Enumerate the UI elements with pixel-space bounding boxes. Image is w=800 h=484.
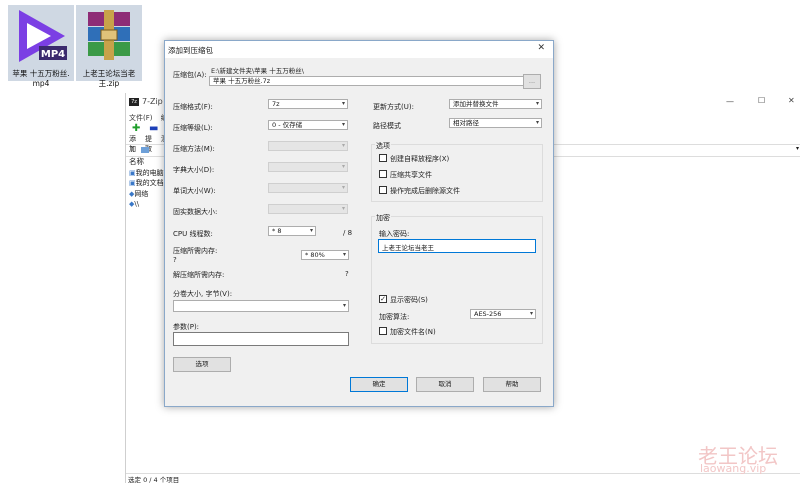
method-combo[interactable]: ▾: [268, 141, 348, 151]
pathmode-label: 路径模式: [373, 122, 401, 130]
word-combo[interactable]: ▾: [268, 183, 348, 193]
cpu-max: / 8: [343, 229, 353, 237]
svg-text:MP4: MP4: [41, 49, 65, 60]
documents-icon: ▣: [129, 179, 136, 187]
dropdown-arrow-icon: ▾: [341, 163, 345, 170]
archive-name-combo[interactable]: 苹果 十五万粉丝.7z▾: [209, 76, 541, 86]
solid-label: 固实数据大小:: [173, 208, 218, 216]
enc-method-combo[interactable]: AES-256 ▾: [470, 309, 536, 319]
list-item[interactable]: ◆\\: [129, 199, 164, 210]
cpu-label: CPU 线程数:: [173, 230, 213, 238]
encrypt-names-checkbox[interactable]: [379, 327, 387, 335]
close-button[interactable]: ✕: [788, 96, 795, 105]
computer-icon: ▣: [129, 168, 136, 177]
dialog-title: 添加到压缩包: [168, 46, 213, 55]
show-password-checkbox[interactable]: ✓: [379, 295, 387, 303]
show-password-label[interactable]: 显示密码(S): [390, 295, 428, 305]
format-combo[interactable]: 7z ▾: [268, 99, 348, 109]
encrypt-names-label[interactable]: 加密文件名(N): [390, 327, 436, 337]
options-group-title: 选项: [375, 141, 391, 151]
app-icon: 7z: [129, 98, 139, 106]
decomp-label: 解压缩所需内存:: [173, 271, 225, 279]
format-label: 压缩格式(F):: [173, 103, 213, 111]
address-dropdown-icon[interactable]: ▾: [796, 145, 799, 152]
pathmode-combo[interactable]: 相对路径 ▾: [449, 118, 542, 128]
status-bar: 选定 0 / 4 个项目: [126, 473, 800, 484]
ok-button[interactable]: 确定: [350, 377, 408, 392]
archive-path: E:\新建文件夹\苹果 十五万粉丝\: [211, 67, 304, 75]
dropdown-arrow-icon: ▾: [535, 100, 539, 107]
enc-method-label: 加密算法:: [379, 313, 410, 321]
mem-question: ?: [173, 256, 177, 264]
desktop-icon-zip[interactable]: 上老王论坛当老 王.zip: [76, 5, 142, 88]
browse-button[interactable]: ...: [523, 74, 541, 89]
dropdown-arrow-icon: ▾: [341, 184, 345, 191]
password-input[interactable]: 上老王论坛当老王: [378, 239, 536, 253]
dict-combo[interactable]: ▾: [268, 162, 348, 172]
file-list: 名称 ▣我的电脑 ▣我的文档 ◆网络 ◆\\: [129, 157, 164, 210]
mem-label: 压缩所需内存:: [173, 247, 218, 255]
dropdown-arrow-icon: ▾: [535, 119, 539, 126]
extract-icon[interactable]: ▬: [149, 123, 158, 134]
level-label: 压缩等级(L):: [173, 124, 213, 132]
list-item[interactable]: ◆网络: [129, 189, 164, 200]
solid-combo[interactable]: ▾: [268, 204, 348, 214]
update-combo[interactable]: 添加并替换文件 ▾: [449, 99, 542, 109]
list-item[interactable]: ▣我的电脑: [129, 168, 164, 179]
archive-label: 压缩包(A):: [173, 71, 207, 79]
dropdown-arrow-icon: ▾: [341, 205, 345, 212]
mem-combo[interactable]: * 80% ▾: [301, 250, 349, 260]
cpu-combo[interactable]: * 8 ▾: [268, 226, 316, 236]
delete-checkbox[interactable]: [379, 186, 387, 194]
dropdown-arrow-icon: ▾: [341, 100, 345, 107]
list-item[interactable]: ▣我的文档: [129, 178, 164, 189]
list-header-name[interactable]: 名称: [129, 157, 164, 168]
method-label: 压缩方法(M):: [173, 145, 215, 153]
computer-icon: [141, 147, 149, 153]
minimize-button[interactable]: —: [726, 97, 734, 106]
update-label: 更新方式(U):: [373, 103, 414, 111]
sfx-checkbox[interactable]: [379, 154, 387, 162]
desktop-icon-label: 上老王论坛当老 王.zip: [82, 69, 136, 88]
dropdown-arrow-icon: ▾: [309, 227, 313, 234]
decomp-value: ?: [345, 270, 349, 278]
encryption-group-title: 加密: [375, 213, 391, 223]
dialog-close-button[interactable]: ✕: [537, 43, 545, 53]
up-folder-icon[interactable]: ⇑: [129, 145, 135, 153]
sfx-label[interactable]: 创建自释放程序(X): [390, 154, 449, 164]
split-label: 分卷大小, 字节(V):: [173, 290, 233, 298]
dropdown-arrow-icon: ▾: [529, 310, 533, 317]
dialog-titlebar: 添加到压缩包 ✕: [165, 41, 553, 58]
winrar-archive-icon: [88, 10, 130, 60]
level-combo[interactable]: 0 - 仅存储 ▾: [268, 120, 348, 130]
shared-checkbox[interactable]: [379, 170, 387, 178]
options-button[interactable]: 选项: [173, 357, 231, 372]
dropdown-arrow-icon: ▾: [342, 251, 346, 258]
cancel-button[interactable]: 取消: [416, 377, 474, 392]
split-combo[interactable]: ▾: [173, 300, 349, 312]
desktop-icon-mp4[interactable]: MP4 苹果 十五万粉丝. mp4: [8, 5, 74, 88]
shared-label[interactable]: 压缩共享文件: [390, 170, 432, 180]
help-button[interactable]: 帮助: [483, 377, 541, 392]
add-to-archive-dialog: 添加到压缩包 ✕ 压缩包(A): E:\新建文件夹\苹果 十五万粉丝\ 苹果 十…: [164, 40, 554, 407]
desktop-icon-label: 苹果 十五万粉丝. mp4: [12, 69, 70, 88]
watermark-url: laowang.vip: [700, 462, 767, 475]
delete-label[interactable]: 操作完成后删除源文件: [390, 186, 460, 196]
menu-bar: 文件(F) 编: [129, 113, 168, 123]
word-label: 单词大小(W):: [173, 187, 216, 195]
menu-file[interactable]: 文件(F): [129, 114, 153, 122]
params-label: 参数(P):: [173, 323, 200, 331]
maximize-button[interactable]: ☐: [758, 96, 765, 105]
params-input[interactable]: [173, 332, 349, 346]
window-title: 7-Zip: [142, 97, 163, 106]
dropdown-arrow-icon: ▾: [342, 302, 346, 309]
dropdown-arrow-icon: ▾: [341, 142, 345, 149]
dropdown-arrow-icon: ▾: [341, 121, 345, 128]
add-icon[interactable]: ✚: [132, 123, 140, 134]
mp4-file-icon: MP4: [19, 10, 67, 62]
dict-label: 字典大小(D):: [173, 166, 215, 174]
password-label: 输入密码:: [379, 230, 410, 238]
